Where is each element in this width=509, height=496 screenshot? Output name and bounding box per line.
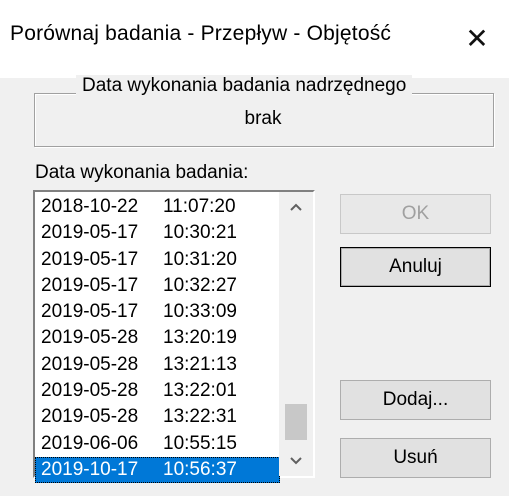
- list-item[interactable]: 2019-05-28 13:22:01: [35, 378, 280, 404]
- title-bar: Porównaj badania - Przepływ - Objętość ✕: [0, 0, 509, 78]
- list-item-date: 2019-05-28: [41, 353, 139, 375]
- list-item-time: 10:55:15: [163, 432, 237, 454]
- list-item-date: 2018-10-22: [41, 196, 139, 217]
- list-item[interactable]: 2019-05-17 10:30:21: [35, 220, 280, 246]
- list-item-date: 2019-05-17: [41, 222, 139, 244]
- list-item-date: 2019-05-17: [41, 248, 139, 270]
- ok-button[interactable]: OK: [340, 194, 491, 234]
- list-item[interactable]: 2019-05-17 10:32:27: [35, 273, 280, 299]
- parent-exam-date-legend: Data wykonania badania nadrzędnego: [76, 75, 413, 97]
- scrollbar-thumb[interactable]: [285, 404, 307, 440]
- list-item-date: 2019-05-17: [41, 301, 139, 323]
- list-item-date: 2019-05-28: [41, 327, 139, 349]
- exam-date-list-label: Data wykonania badania:: [35, 162, 249, 183]
- scroll-up-arrow-icon[interactable]: [279, 192, 313, 222]
- window-title: Porównaj badania - Przepływ - Objętość: [10, 22, 392, 45]
- list-item-date: 2019-05-28: [41, 380, 139, 402]
- parent-exam-date-value: brak: [244, 108, 282, 129]
- list-item-date: 2019-05-17: [41, 274, 139, 296]
- list-item-date: 2019-05-28: [41, 406, 139, 428]
- list-item[interactable]: 2019-10-17 10:56:37: [35, 456, 280, 484]
- list-item-time: 13:21:13: [163, 353, 237, 375]
- list-item-date: 2019-06-06: [41, 432, 139, 454]
- close-icon[interactable]: ✕: [455, 14, 499, 62]
- list-item-time: 13:20:19: [163, 327, 237, 349]
- scroll-down-arrow-icon[interactable]: [279, 446, 313, 476]
- list-item[interactable]: 2019-05-17 10:31:20: [35, 247, 280, 273]
- list-item-time: 10:30:21: [163, 222, 237, 244]
- cancel-button[interactable]: Anuluj: [340, 247, 491, 287]
- list-item-time: 10:32:27: [163, 274, 237, 296]
- list-item-time: 13:22:31: [163, 406, 237, 428]
- list-item-time: 11:07:20: [163, 196, 236, 217]
- list-item-time: 10:56:37: [163, 458, 237, 480]
- list-item-date: 2019-10-17: [41, 458, 139, 480]
- list-item[interactable]: 2018-10-22 11:07:20: [35, 194, 280, 220]
- list-item-time: 10:33:09: [163, 301, 237, 323]
- add-button[interactable]: Dodaj...: [340, 380, 491, 420]
- list-item[interactable]: 2019-05-28 13:22:31: [35, 404, 280, 430]
- exam-date-listbox[interactable]: 2018-10-22 11:07:20 2019-05-17 10:30:21 2019…: [33, 190, 315, 484]
- list-scrollbar[interactable]: [279, 192, 313, 476]
- exam-date-list: 2018-10-22 11:07:20 2019-05-17 10:30:21 2019…: [35, 194, 280, 484]
- list-item[interactable]: 2019-05-28 13:21:13: [35, 352, 280, 378]
- list-item[interactable]: 2019-05-28 13:20:19: [35, 325, 280, 351]
- list-item[interactable]: 2019-06-06 10:55:15: [35, 431, 280, 457]
- list-item[interactable]: 2019-05-17 10:33:09: [35, 299, 280, 325]
- remove-button[interactable]: Usuń: [340, 438, 491, 478]
- list-item-time: 13:22:01: [163, 380, 237, 402]
- list-item-time: 10:31:20: [163, 248, 237, 270]
